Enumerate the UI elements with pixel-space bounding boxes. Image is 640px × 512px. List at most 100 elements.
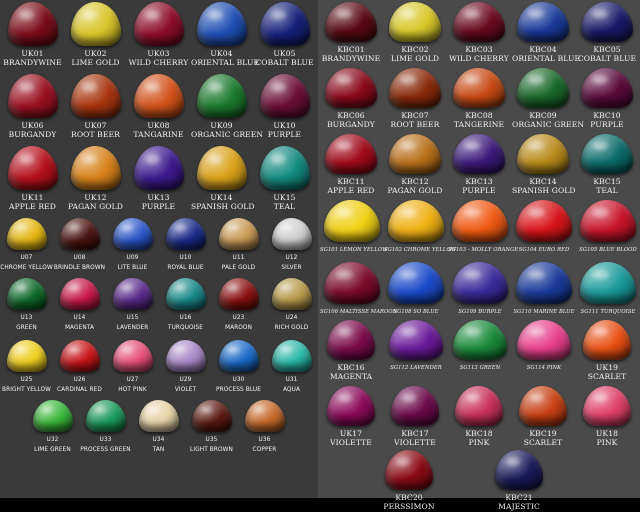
swatch-name: ORIENTAL BLUE [191, 58, 260, 67]
swatch-code: KBC10 [593, 111, 621, 120]
car-swatch-icon [389, 68, 441, 108]
swatch-code: U35 [205, 437, 218, 443]
swatch-code: KBC09 [529, 111, 557, 120]
swatch-code: KBC18 [465, 429, 493, 438]
swatch-name: PROCESS GREEN [80, 447, 131, 453]
color-swatch: KBC06 BURGANDY [320, 68, 382, 130]
swatch-name: MAGENTA [329, 372, 373, 381]
left-swatch-panel: UK01 BRANDYWINE UK02 LIME GOLD UK03 WILD CHER… [0, 0, 318, 498]
color-swatch: U16 TURQUOISE [159, 278, 212, 332]
color-swatch: UK15 TEAL [254, 146, 315, 212]
color-swatch: UK01 BRANDYWINE [2, 2, 63, 68]
swatch-name: SG114 PINK [526, 365, 562, 371]
swatch-code: KBC03 [465, 45, 493, 54]
car-swatch-icon [165, 218, 206, 250]
swatch-name: SG105 BLUE BLOOD [579, 247, 637, 253]
swatch-name: ORGANIC GREEN [191, 130, 264, 139]
car-swatch-icon [519, 386, 567, 426]
color-swatch: SG102 CHROME YELLOW [384, 200, 456, 264]
color-swatch: U36 COPPER [238, 400, 291, 454]
car-swatch-icon [133, 2, 184, 46]
car-swatch-icon [581, 2, 633, 42]
car-swatch-icon [165, 278, 206, 310]
swatch-code: KBC08 [465, 111, 493, 120]
color-swatch: KBC17 VIOLETTE [384, 386, 446, 448]
swatch-name: MAJESTIC [498, 502, 540, 511]
car-swatch-icon [218, 340, 259, 372]
car-swatch-icon [516, 200, 572, 242]
swatch-code: KBC02 [401, 45, 429, 54]
swatch-name: LIGHT BROWN [190, 447, 233, 453]
swatch-name: LAVENDER [116, 325, 149, 331]
swatch-name: TURQUOISE [167, 325, 204, 331]
color-swatch: KBC03 WILD CHERRY [448, 2, 510, 64]
car-swatch-icon [59, 218, 100, 250]
swatch-name: PAGAN GOLD [68, 202, 123, 211]
car-swatch-icon [85, 400, 126, 432]
color-swatch: U23 MAROON [212, 278, 265, 332]
swatch-code: UK08 [147, 121, 170, 130]
car-swatch-icon [583, 386, 631, 426]
swatch-code: U13 [20, 315, 33, 321]
color-swatch: SG104 EURO RED [512, 200, 576, 264]
color-swatch: KBC16 MAGENTA [320, 320, 382, 382]
car-swatch-icon [133, 146, 184, 190]
swatch-code: UK06 [21, 121, 44, 130]
car-swatch-icon [327, 320, 375, 360]
car-swatch-icon [271, 340, 312, 372]
swatch-code: UK13 [147, 193, 170, 202]
swatch-code: KBC14 [529, 177, 557, 186]
color-swatch: SG113 GREEN [448, 320, 512, 382]
swatch-code: U14 [73, 315, 86, 321]
car-swatch-icon [517, 320, 571, 360]
swatch-name: AQUA [282, 387, 301, 393]
swatch-name: ROYAL BLUE [167, 265, 204, 271]
car-swatch-icon [112, 340, 153, 372]
color-swatch: KBC20 PERSSIMON [378, 450, 440, 512]
swatch-code: UK07 [84, 121, 107, 130]
color-swatch: U35 LIGHT BROWN [185, 400, 238, 454]
car-swatch-icon [218, 278, 259, 310]
car-swatch-icon [259, 74, 310, 118]
swatch-name: HOT PINK [118, 387, 147, 393]
swatch-name: LIME GOLD [390, 54, 440, 63]
color-swatch: UK10 PURPLE [254, 74, 315, 140]
swatch-name: RICH GOLD [274, 325, 309, 331]
swatch-code: KBC15 [593, 177, 621, 186]
swatch-code: U24 [285, 315, 298, 321]
swatch-code: KBC13 [465, 177, 493, 186]
car-swatch-icon [581, 68, 633, 108]
color-swatch: U07 CHROME YELLOW [0, 218, 53, 272]
car-swatch-icon [59, 340, 100, 372]
car-swatch-icon [452, 262, 508, 304]
car-swatch-icon [7, 74, 58, 118]
swatch-name: BRANDYWINE [321, 54, 381, 63]
car-swatch-icon [327, 386, 375, 426]
swatch-name: TAN [152, 447, 165, 453]
car-swatch-icon [581, 134, 633, 174]
color-swatch: UK13 PURPLE [128, 146, 189, 212]
swatch-name: SG110 MARINE BLUE [513, 309, 575, 315]
color-swatch: UK05 COBALT BLUE [254, 2, 315, 68]
color-swatch: U09 LITE BLUE [106, 218, 159, 272]
swatch-name: TEAL [273, 202, 296, 211]
car-swatch-icon [112, 218, 153, 250]
color-swatch: SG103 - MOLLY ORANGE [448, 200, 518, 264]
swatch-name: TEAL [596, 186, 618, 195]
color-swatch: U13 GREEN [0, 278, 53, 332]
swatch-name: GREEN [16, 325, 37, 331]
swatch-code: U29 [179, 377, 192, 383]
car-swatch-icon [325, 68, 377, 108]
swatch-name: PROCESS BLUE [215, 387, 262, 393]
swatch-code: U36 [258, 437, 271, 443]
car-swatch-icon [325, 134, 377, 174]
color-swatch: U12 SILVER [265, 218, 318, 272]
swatch-name: LIME GREEN [34, 447, 71, 453]
swatch-code: U16 [179, 315, 192, 321]
swatch-code: UK04 [210, 49, 233, 58]
car-swatch-icon [580, 200, 636, 242]
color-swatch: SG114 PINK [512, 320, 576, 382]
car-swatch-icon [580, 262, 636, 304]
car-swatch-icon [271, 218, 312, 250]
swatch-name: SG108 SO BLUE [393, 309, 439, 315]
